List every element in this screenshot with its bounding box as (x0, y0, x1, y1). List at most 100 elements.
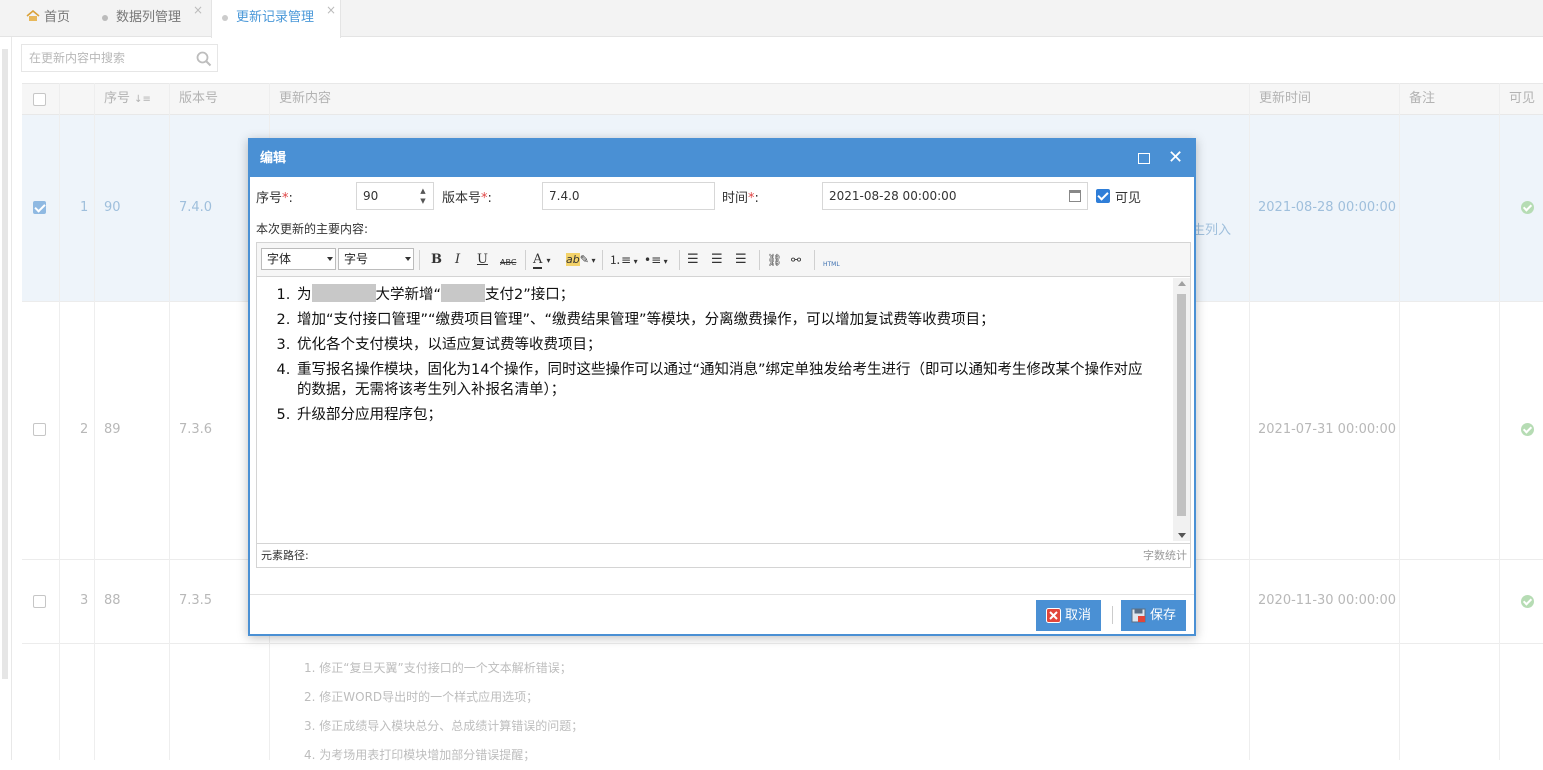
col-rownum (59, 84, 94, 114)
link-icon: ⛓ (767, 253, 783, 267)
col-time[interactable]: 更新时间 (1249, 84, 1399, 114)
dialog-title: 编辑 (260, 151, 287, 166)
row-checkbox[interactable] (33, 595, 46, 608)
grid-divider (94, 83, 95, 760)
close-icon[interactable]: ✕ (1168, 149, 1183, 167)
toolbar-divider (525, 250, 526, 270)
row-content-fragment: 生列入 (1192, 223, 1232, 238)
rich-text-editor[interactable]: 字体 字号 B I U ABC A ▾ ab✎ ▾ ⒈≡ ▾ •≡ ▾ ☰ ☰ … (256, 242, 1191, 568)
row-checkbox[interactable] (33, 201, 46, 214)
bold-button[interactable]: B (431, 251, 442, 269)
align-center-button[interactable]: ☰ (711, 251, 723, 269)
element-path-label: 元素路径: (261, 549, 309, 562)
align-right-button[interactable]: ☰ (735, 251, 747, 269)
link-button[interactable]: ⛓ (767, 251, 782, 269)
redacted-block (441, 284, 486, 302)
row-seq: 90 (104, 200, 121, 215)
editor-scrollbar[interactable] (1173, 278, 1190, 541)
html-source-button[interactable]: HTML (823, 256, 840, 274)
time-value: 2021-08-28 00:00:00 (829, 189, 957, 203)
footer-divider (1112, 606, 1113, 624)
close-icon[interactable]: × (193, 0, 203, 28)
tab-data-columns[interactable]: 数据列管理 × (92, 0, 207, 37)
italic-button[interactable]: I (455, 251, 460, 269)
col-version[interactable]: 版本号 (169, 84, 269, 114)
font-color-button[interactable]: A ▾ (533, 251, 551, 270)
close-icon[interactable]: × (326, 0, 336, 28)
search-input[interactable]: 在更新内容中搜索 (21, 44, 218, 72)
cancel-icon (1046, 608, 1061, 623)
size-select-label: 字号 (344, 252, 369, 266)
font-select-label: 字体 (267, 252, 292, 266)
version-input[interactable]: 7.4.0 (542, 182, 715, 210)
size-select[interactable]: 字号 (338, 248, 414, 270)
col-note[interactable]: 备注 (1399, 84, 1499, 114)
search-icon[interactable] (196, 51, 212, 67)
ordered-list-icon: ⒈≡ (609, 253, 632, 267)
col-content[interactable]: 更新内容 (269, 84, 1249, 114)
chevron-down-icon (327, 257, 333, 261)
underline-button[interactable]: U (477, 251, 488, 269)
editor-content[interactable]: 为大学新增“支付2”接口； 增加“支付接口管理”“缴费项目管理”、“缴费结果管理… (257, 278, 1173, 540)
unordered-list-button[interactable]: •≡ ▾ (644, 251, 668, 271)
save-icon (1131, 608, 1146, 623)
list-item: 优化各个支付模块，以适应复试费等收费项目； (295, 333, 1173, 357)
unlink-button[interactable]: ⚯ (791, 251, 801, 269)
col-time-label: 更新时间 (1259, 91, 1312, 106)
visible-label: 可见 (1115, 191, 1142, 206)
unlink-icon: ⚯ (791, 253, 802, 267)
word-count-label[interactable]: 字数统计 (1143, 544, 1187, 568)
row-checkbox[interactable] (33, 423, 46, 436)
toolbar-divider (419, 250, 420, 270)
col-seq[interactable]: 序号 ↓≡ (94, 84, 169, 114)
grid-divider (1399, 83, 1400, 760)
calendar-icon[interactable] (1069, 190, 1081, 202)
sort-icon[interactable]: ↓≡ (134, 94, 151, 105)
font-select[interactable]: 字体 (261, 248, 336, 270)
maximize-icon[interactable] (1138, 153, 1150, 164)
tab-data-columns-label: 数据列管理 (116, 10, 182, 25)
scroll-down-icon[interactable] (1178, 533, 1186, 538)
font-color-icon: A (533, 252, 543, 269)
row-content-list: 1. 修正“复旦天翼”支付接口的一个文本解析错误； 2. 修正WORD导出时的一… (304, 654, 583, 770)
version-value: 7.4.0 (549, 189, 580, 203)
grid-divider (1249, 83, 1250, 760)
grid-divider (1499, 83, 1500, 760)
seq-stepper[interactable]: 90 ▲ ▼ (356, 182, 434, 210)
toolbar-divider (602, 250, 603, 270)
visible-checkbox[interactable] (1096, 189, 1110, 203)
align-left-button[interactable]: ☰ (687, 251, 699, 269)
dialog-titlebar[interactable]: 编辑 ✕ (250, 140, 1194, 177)
row-number: 3 (80, 593, 89, 608)
time-input[interactable]: 2021-08-28 00:00:00 (822, 182, 1088, 210)
scroll-up-icon[interactable] (1178, 281, 1186, 286)
select-all-checkbox[interactable] (33, 93, 46, 106)
left-scrollbar[interactable] (0, 37, 12, 760)
row-time: 2021-08-28 00:00:00 (1258, 200, 1397, 215)
tab-home[interactable]: 首页 (16, 0, 80, 37)
redacted-block (311, 284, 376, 302)
highlight-button[interactable]: ab✎ ▾ (566, 251, 596, 270)
left-scroll-thumb[interactable] (2, 49, 8, 679)
col-visible[interactable]: 可见 (1499, 84, 1543, 114)
strikethrough-button[interactable]: ABC (500, 254, 516, 272)
cancel-button-label: 取消 (1065, 608, 1092, 623)
list-item: 为大学新增“支付2”接口； (295, 283, 1173, 307)
tab-update-records[interactable]: 更新记录管理 × (211, 0, 341, 38)
save-button[interactable]: 保存 (1121, 600, 1187, 631)
tab-home-label: 首页 (44, 10, 71, 25)
col-seq-label: 序号 (104, 91, 131, 106)
cancel-button[interactable]: 取消 (1036, 600, 1102, 631)
ordered-list-button[interactable]: ⒈≡ ▾ (609, 251, 638, 271)
chevron-down-icon (405, 257, 411, 261)
list-item: 1. 修正“复旦天翼”支付接口的一个文本解析错误； (304, 661, 572, 675)
toolbar-divider (814, 250, 815, 270)
editor-toolbar: 字体 字号 B I U ABC A ▾ ab✎ ▾ ⒈≡ ▾ •≡ ▾ ☰ ☰ … (257, 243, 1190, 277)
row-time: 2020-11-30 00:00:00 (1258, 593, 1397, 608)
save-button-label: 保存 (1150, 608, 1177, 623)
seq-value: 90 (363, 189, 379, 203)
table-row[interactable]: 1. 修正“复旦天翼”支付接口的一个文本解析错误； 2. 修正WORD导出时的一… (22, 644, 1543, 762)
stepper-arrows-icon[interactable]: ▲ ▼ (419, 186, 427, 206)
editor-scroll-thumb[interactable] (1177, 294, 1186, 516)
row-number: 1 (80, 200, 89, 215)
